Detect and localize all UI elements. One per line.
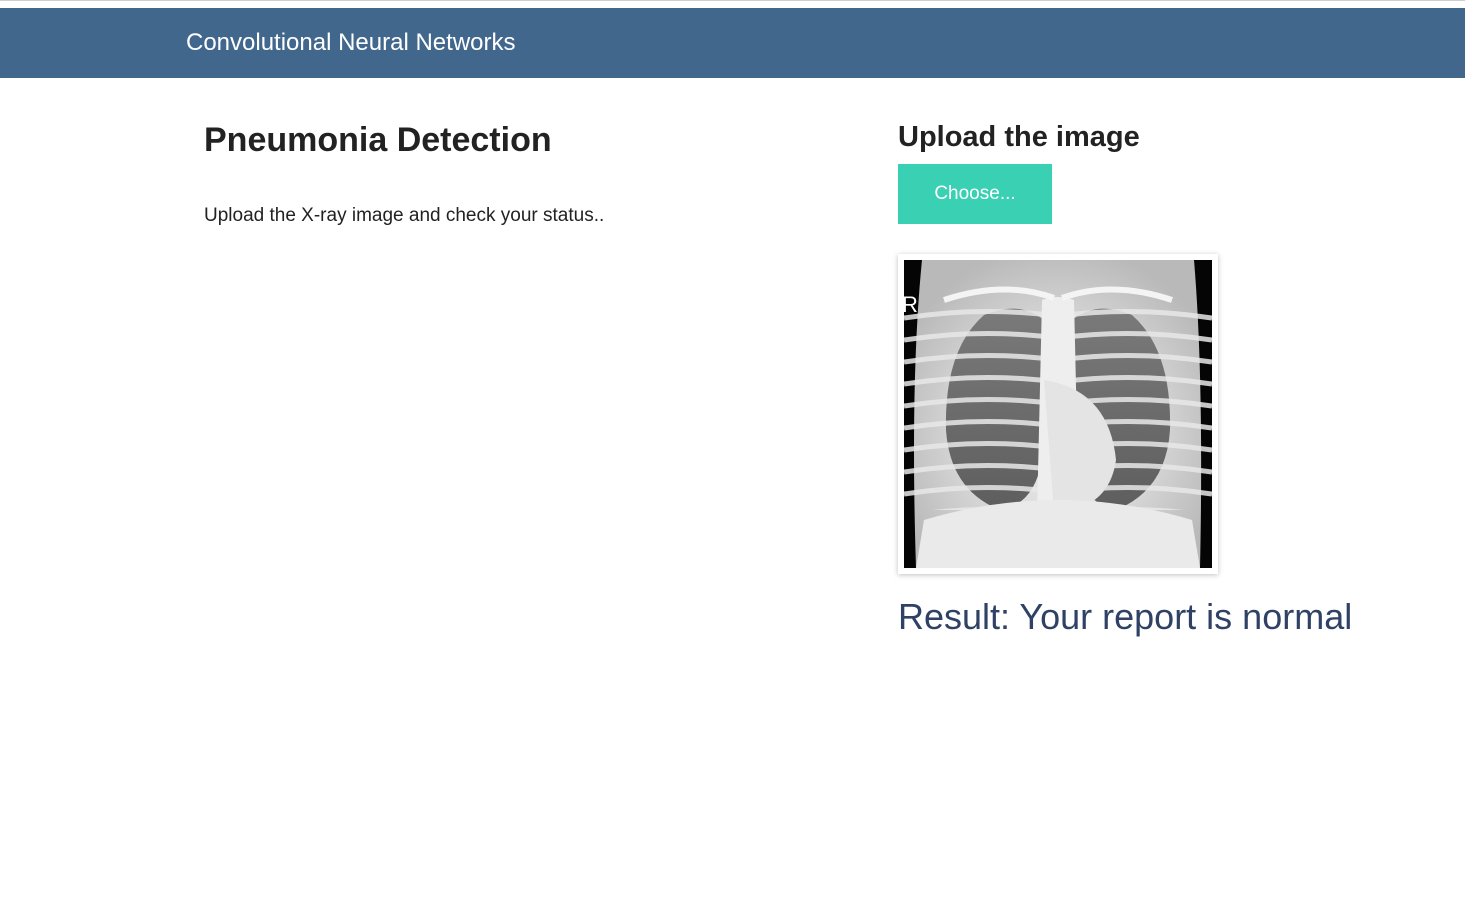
intro-description: Upload the X-ray image and check your st… (204, 205, 605, 226)
page-title: Pneumonia Detection (204, 121, 552, 159)
navbar-brand[interactable]: Convolutional Neural Networks (186, 28, 515, 58)
navbar: Convolutional Neural Networks (0, 8, 1465, 78)
browser-top-rule (0, 0, 1465, 8)
xray-image: R (904, 260, 1212, 568)
choose-file-button[interactable]: Choose... (898, 164, 1052, 224)
prediction-result: Result: Your report is normal (898, 596, 1353, 637)
upload-heading: Upload the image (898, 121, 1140, 153)
image-preview: R (898, 254, 1218, 574)
xray-side-marker: R (904, 292, 918, 317)
